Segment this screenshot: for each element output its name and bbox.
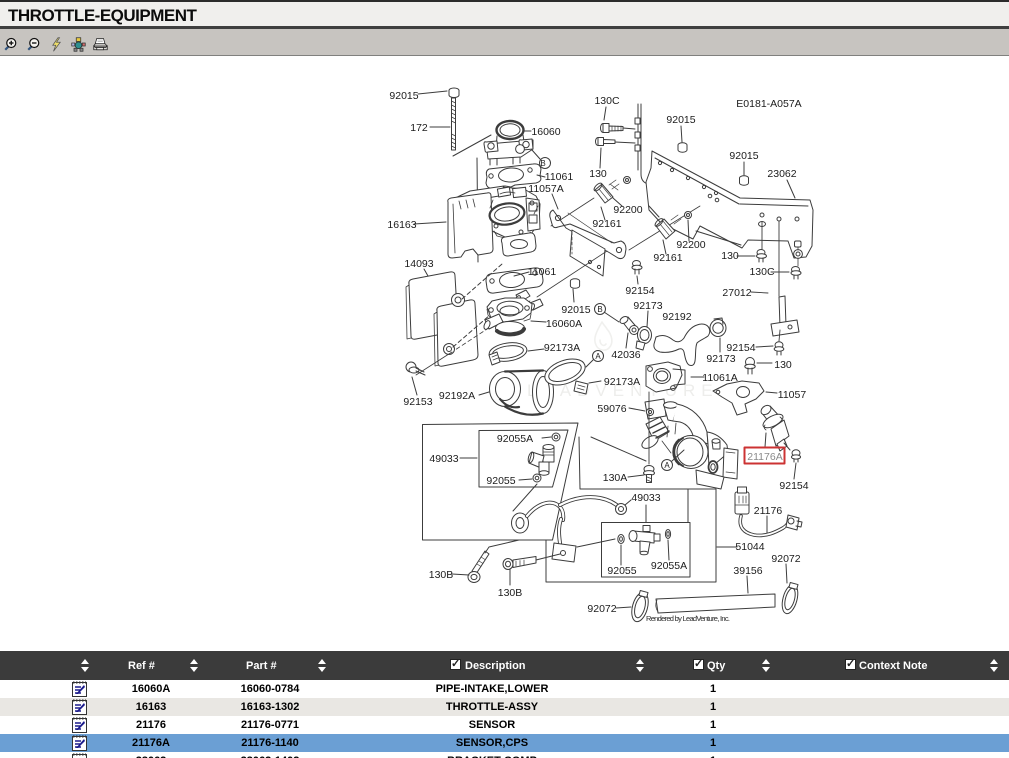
svg-text:B: B <box>540 159 545 168</box>
svg-text:172: 172 <box>410 122 428 134</box>
svg-text:92173A: 92173A <box>604 376 640 388</box>
svg-text:130C: 130C <box>594 95 620 107</box>
svg-text:42036: 42036 <box>611 349 640 361</box>
svg-text:92055: 92055 <box>607 565 636 577</box>
svg-text:92154: 92154 <box>625 285 654 297</box>
svg-text:92173: 92173 <box>706 353 735 365</box>
svg-text:92161: 92161 <box>653 252 682 264</box>
svg-text:92154: 92154 <box>779 480 808 492</box>
svg-text:92072: 92072 <box>587 603 616 615</box>
svg-text:59076: 59076 <box>597 403 626 415</box>
svg-text:92153: 92153 <box>403 396 432 408</box>
svg-text:92200: 92200 <box>676 239 705 251</box>
svg-text:92015: 92015 <box>561 304 590 316</box>
svg-text:21176A: 21176A <box>747 451 782 463</box>
svg-text:11061: 11061 <box>545 171 574 183</box>
svg-text:11057: 11057 <box>778 389 807 401</box>
svg-text:B: B <box>597 305 602 314</box>
svg-text:130B: 130B <box>498 587 523 599</box>
svg-text:92192A: 92192A <box>439 390 475 402</box>
svg-text:92192: 92192 <box>662 311 691 323</box>
svg-text:16060: 16060 <box>531 126 560 138</box>
svg-text:130: 130 <box>589 168 607 180</box>
svg-text:27012: 27012 <box>722 287 751 299</box>
svg-text:49033: 49033 <box>429 453 458 465</box>
svg-text:130: 130 <box>721 250 739 262</box>
svg-text:E0181-A057A: E0181-A057A <box>736 98 801 110</box>
svg-text:92200: 92200 <box>613 204 642 216</box>
svg-text:11057A: 11057A <box>528 183 563 195</box>
svg-text:92015: 92015 <box>389 90 418 102</box>
svg-text:16163: 16163 <box>387 219 416 231</box>
svg-text:11061A: 11061A <box>702 372 737 384</box>
svg-text:39156: 39156 <box>733 565 762 577</box>
svg-text:49033: 49033 <box>631 492 660 504</box>
svg-text:14093: 14093 <box>404 258 433 270</box>
svg-text:92015: 92015 <box>729 150 758 162</box>
svg-text:A: A <box>664 461 670 470</box>
svg-text:130A: 130A <box>603 472 628 484</box>
svg-text:16060A: 16060A <box>546 318 582 330</box>
svg-text:92055A: 92055A <box>497 433 533 445</box>
svg-text:92055A: 92055A <box>651 560 687 572</box>
svg-text:92015: 92015 <box>666 114 695 126</box>
svg-text:Rendered by LeadVenture, Inc.: Rendered by LeadVenture, Inc. <box>646 614 730 623</box>
svg-text:130: 130 <box>774 359 792 371</box>
svg-text:51044: 51044 <box>735 541 764 553</box>
svg-text:21176: 21176 <box>754 505 783 517</box>
svg-text:23062: 23062 <box>767 168 796 180</box>
svg-text:A: A <box>595 352 601 361</box>
svg-text:11061: 11061 <box>528 266 557 278</box>
svg-text:130B: 130B <box>429 569 454 581</box>
svg-text:92173A: 92173A <box>544 342 580 354</box>
svg-text:92161: 92161 <box>592 218 621 230</box>
svg-text:92072: 92072 <box>771 553 800 565</box>
svg-text:130C: 130C <box>749 266 775 278</box>
svg-text:92173: 92173 <box>633 300 662 312</box>
svg-text:92055: 92055 <box>486 475 515 487</box>
